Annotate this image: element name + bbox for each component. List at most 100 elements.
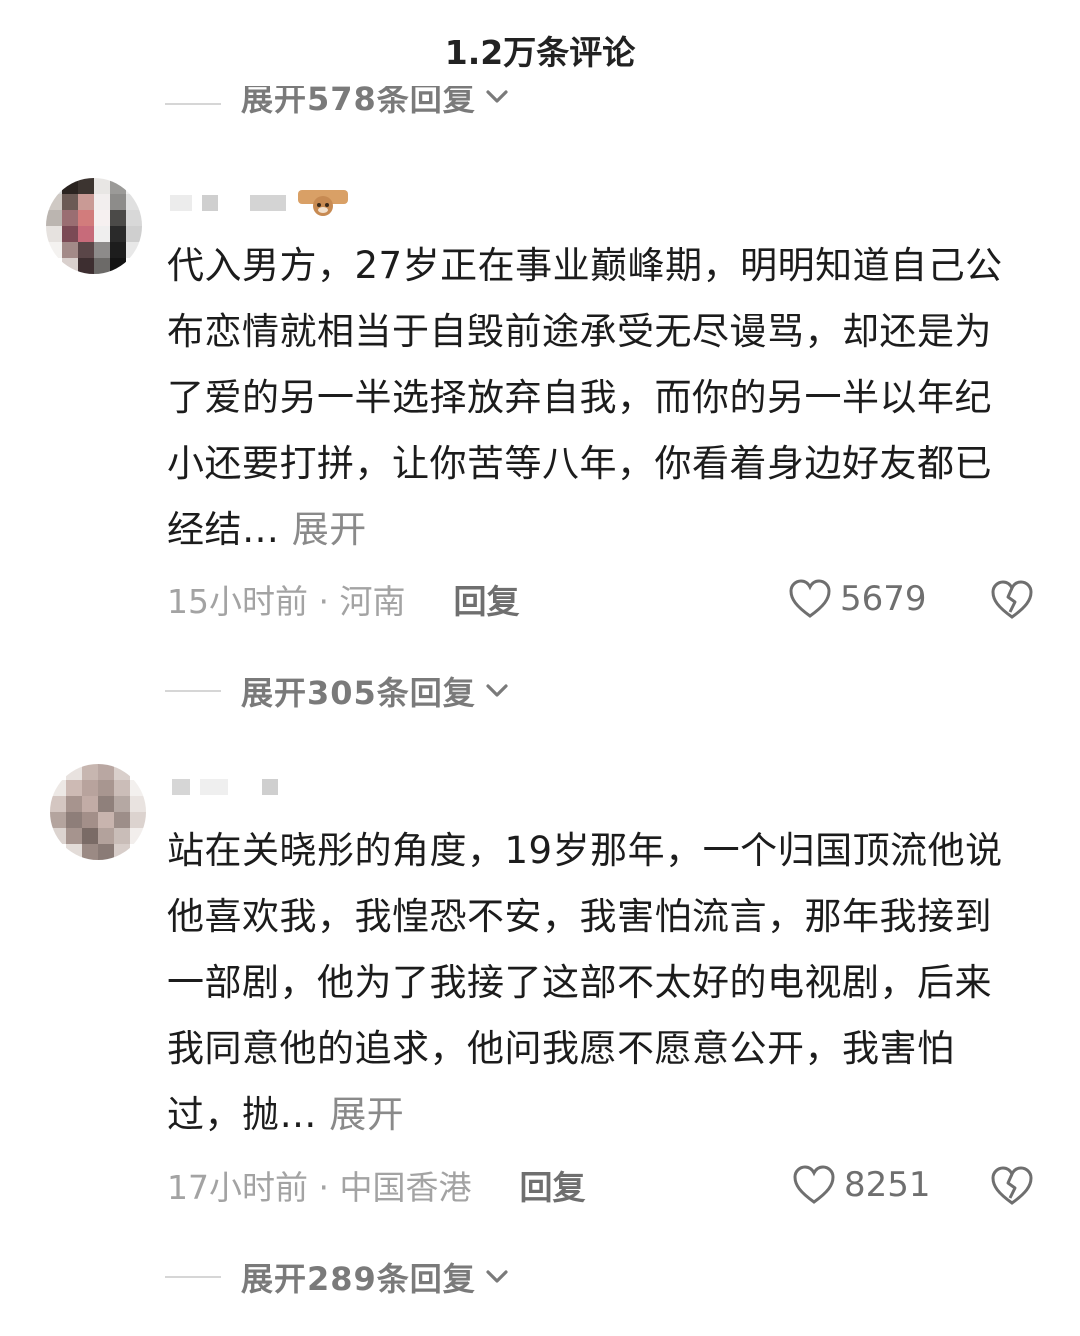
- avatar-pixel: [66, 780, 82, 796]
- divider-line: [165, 690, 221, 692]
- user-badge-icon: [298, 190, 348, 216]
- comment-body: 站在关晓彤的角度，19岁那年，一个归国顶流他说他喜欢我，我惶恐不安，我害怕流言，…: [167, 829, 1003, 1136]
- avatar-pixel: [98, 764, 114, 780]
- expand-text-link[interactable]: 展开: [292, 508, 367, 551]
- avatar-pixel: [78, 178, 94, 194]
- avatar-pixel: [46, 258, 62, 274]
- avatar-pixel: [50, 764, 66, 780]
- avatar-pixel: [98, 780, 114, 796]
- avatar-pixel: [114, 844, 130, 860]
- avatar-pixel: [66, 828, 82, 844]
- avatar-pixel: [62, 178, 78, 194]
- avatar-pixel: [46, 226, 62, 242]
- chevron-down-icon: [486, 90, 508, 103]
- avatar-pixel: [98, 844, 114, 860]
- avatar-pixel: [110, 210, 126, 226]
- avatar-pixel: [62, 194, 78, 210]
- comment-text: 站在关晓彤的角度，19岁那年，一个归国顶流他说他喜欢我，我惶恐不安，我害怕流言，…: [167, 818, 1007, 1148]
- avatar-pixel: [114, 796, 130, 812]
- avatar-pixel: [110, 258, 126, 274]
- chevron-down-icon: [486, 1270, 508, 1283]
- chevron-down-icon: [486, 684, 508, 697]
- avatar-pixel: [62, 210, 78, 226]
- avatar-pixel: [62, 258, 78, 274]
- avatar-pixel: [114, 812, 130, 828]
- avatar-pixel: [126, 210, 142, 226]
- avatar-pixel: [126, 258, 142, 274]
- avatar-pixel: [82, 844, 98, 860]
- divider-line: [165, 103, 221, 105]
- comment-body: 代入男方，27岁正在事业巅峰期，明明知道自己公布恋情就相当于自毁前途承受无尽谩骂…: [167, 244, 1003, 551]
- avatar-pixel: [78, 210, 94, 226]
- expand-replies-button[interactable]: 展开289条回复: [165, 1253, 510, 1301]
- avatar-pixel: [94, 210, 110, 226]
- avatar-pixel: [50, 828, 66, 844]
- avatar-pixel: [66, 764, 82, 780]
- time-location: 15小时前 · 河南: [167, 582, 406, 621]
- avatar-pixel: [66, 812, 82, 828]
- comment-count-title: 1.2万条评论: [444, 33, 636, 72]
- username-obscured[interactable]: [172, 770, 278, 804]
- comment-meta: 15小时前 · 河南 回复: [167, 574, 519, 624]
- avatar-pixel: [130, 828, 146, 844]
- expand-replies-button[interactable]: 展开305条回复: [165, 667, 510, 715]
- like-count: 8251: [844, 1165, 931, 1205]
- comments-header: 1.2万条评论: [0, 0, 1080, 90]
- avatar-pixel: [130, 764, 146, 780]
- avatar-pixel: [78, 242, 94, 258]
- avatar-pixel: [94, 242, 110, 258]
- avatar-pixel: [94, 226, 110, 242]
- avatar-pixel: [126, 226, 142, 242]
- like-button[interactable]: 5679: [788, 574, 927, 624]
- avatar-pixel: [114, 780, 130, 796]
- expand-replies-label: 展开289条回复: [241, 1260, 476, 1298]
- avatar-pixel: [110, 194, 126, 210]
- heart-icon: [789, 579, 831, 618]
- time-location: 17小时前 · 中国香港: [167, 1168, 472, 1207]
- avatar-pixel: [126, 194, 142, 210]
- broken-heart-icon[interactable]: [990, 1164, 1034, 1208]
- avatar-pixel: [46, 178, 62, 194]
- avatar-pixel: [130, 796, 146, 812]
- avatar-pixel: [130, 780, 146, 796]
- avatar-pixel: [62, 242, 78, 258]
- avatar-pixel: [62, 226, 78, 242]
- avatar-pixel: [82, 780, 98, 796]
- avatar[interactable]: [46, 178, 142, 274]
- avatar-pixel: [110, 178, 126, 194]
- avatar-pixel: [78, 226, 94, 242]
- expand-replies-button[interactable]: 展开578条回复: [165, 86, 510, 122]
- avatar-pixel: [46, 194, 62, 210]
- avatar-pixel: [50, 812, 66, 828]
- expand-replies-label: 展开305条回复: [241, 674, 476, 712]
- avatar[interactable]: [50, 764, 146, 860]
- avatar-pixel: [98, 828, 114, 844]
- reply-button[interactable]: 回复: [519, 1161, 585, 1209]
- avatar-pixel: [78, 194, 94, 210]
- avatar-pixel: [94, 194, 110, 210]
- avatar-pixel: [126, 178, 142, 194]
- avatar-pixel: [66, 796, 82, 812]
- avatar-pixel: [130, 844, 146, 860]
- avatar-pixel: [130, 812, 146, 828]
- avatar-pixel: [50, 780, 66, 796]
- avatar-pixel: [110, 242, 126, 258]
- avatar-pixel: [94, 258, 110, 274]
- avatar-pixel: [110, 226, 126, 242]
- comment-meta: 17小时前 · 中国香港 回复: [167, 1160, 585, 1210]
- avatar-pixel: [98, 796, 114, 812]
- avatar-pixel: [82, 812, 98, 828]
- broken-heart-icon[interactable]: [990, 578, 1034, 622]
- heart-icon: [793, 1165, 835, 1204]
- avatar-pixel: [66, 844, 82, 860]
- avatar-pixel: [126, 242, 142, 258]
- avatar-pixel: [78, 258, 94, 274]
- like-button[interactable]: 8251: [792, 1160, 931, 1210]
- avatar-pixel: [94, 178, 110, 194]
- divider-line: [165, 1276, 221, 1278]
- expand-text-link[interactable]: 展开: [329, 1093, 404, 1136]
- reply-button[interactable]: 回复: [453, 575, 519, 623]
- avatar-pixel: [82, 828, 98, 844]
- username-obscured[interactable]: [170, 186, 350, 220]
- expand-replies-label: 展开578条回复: [241, 86, 476, 118]
